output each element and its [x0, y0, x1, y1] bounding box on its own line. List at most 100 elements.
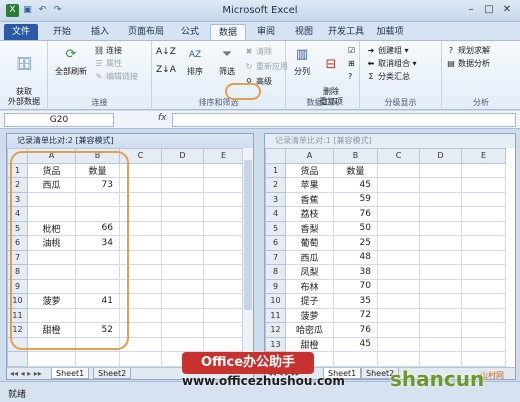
cell[interactable]: 荔枝	[285, 206, 334, 222]
cell[interactable]	[27, 351, 76, 367]
ungroup-button[interactable]: ⬅ 取消组合 ▾	[366, 58, 417, 69]
row-header[interactable]	[7, 351, 28, 367]
cell[interactable]	[377, 220, 420, 236]
create-group-button[interactable]: ➜ 创建组 ▾	[366, 45, 409, 56]
column-header[interactable]: C	[377, 148, 420, 164]
cell[interactable]	[161, 293, 204, 309]
cell[interactable]	[203, 278, 244, 294]
cell[interactable]: 50	[333, 220, 378, 236]
cell[interactable]	[377, 278, 420, 294]
left-tab-sheet2[interactable]: Sheet2	[93, 368, 132, 379]
cell[interactable]	[461, 191, 506, 207]
cell[interactable]	[377, 351, 420, 367]
cell[interactable]: 76	[333, 322, 378, 338]
tab-view[interactable]: 视图	[286, 24, 322, 40]
cell[interactable]: 苹果	[285, 177, 334, 193]
cell[interactable]	[161, 278, 204, 294]
solver-button[interactable]: ? 规划求解	[446, 45, 490, 56]
cell[interactable]: 35	[333, 293, 378, 309]
tab-developer[interactable]: 开发工具	[324, 24, 368, 40]
cell[interactable]	[461, 336, 506, 352]
row-header[interactable]: 12	[265, 322, 286, 338]
tab-review[interactable]: 审阅	[248, 24, 284, 40]
cell[interactable]	[377, 264, 420, 280]
select-all-corner[interactable]	[265, 148, 286, 164]
cell[interactable]	[161, 235, 204, 251]
formula-input[interactable]	[172, 113, 516, 127]
cell[interactable]: 甜橙	[285, 336, 334, 352]
cell[interactable]	[161, 322, 204, 338]
cell[interactable]	[419, 293, 462, 309]
minimize-icon[interactable]: –	[464, 3, 478, 17]
cell[interactable]	[161, 220, 204, 236]
cell[interactable]	[377, 162, 420, 178]
cell[interactable]	[203, 162, 244, 178]
cell[interactable]	[461, 220, 506, 236]
cell[interactable]	[203, 235, 244, 251]
row-header[interactable]: 6	[265, 235, 286, 251]
cell[interactable]	[419, 249, 462, 265]
column-header[interactable]: A	[285, 148, 334, 164]
cell[interactable]	[461, 249, 506, 265]
cell[interactable]	[461, 278, 506, 294]
cell[interactable]: 提子	[285, 293, 334, 309]
tab-page-layout[interactable]: 页面布局	[122, 24, 170, 40]
cell[interactable]: 数量	[333, 162, 378, 178]
column-header[interactable]: D	[419, 148, 462, 164]
consolidate-icon[interactable]: ⊞	[348, 58, 355, 69]
row-header[interactable]: 9	[265, 278, 286, 294]
cell[interactable]: 哈密瓜	[285, 322, 334, 338]
tab-home[interactable]: 开始	[44, 24, 80, 40]
cell[interactable]: 布林	[285, 278, 334, 294]
properties-button[interactable]: ☰ 属性	[94, 58, 122, 69]
cell[interactable]	[461, 206, 506, 222]
cell[interactable]	[203, 177, 244, 193]
cell[interactable]	[377, 293, 420, 309]
fx-icon[interactable]: fx	[158, 113, 167, 123]
row-header[interactable]: 13	[265, 336, 286, 352]
cell[interactable]	[161, 307, 204, 323]
cell[interactable]	[419, 351, 462, 367]
cell[interactable]	[161, 249, 204, 265]
cell[interactable]	[203, 191, 244, 207]
cell[interactable]	[161, 206, 204, 222]
cell[interactable]	[377, 307, 420, 323]
column-header[interactable]: E	[461, 148, 506, 164]
cell[interactable]	[203, 264, 244, 280]
data-validation-icon[interactable]: ☑	[348, 45, 355, 56]
workbook-window-right[interactable]: 记录清单比对:1 [兼容模式] A B C D E 1 货品 数量 2 苹果 45 3 香蕉 59 4 荔枝 7…	[264, 133, 516, 380]
cell[interactable]: 菠萝	[285, 307, 334, 323]
cell[interactable]	[419, 322, 462, 338]
cell[interactable]	[419, 162, 462, 178]
left-vertical-scrollbar[interactable]	[242, 148, 253, 367]
cell[interactable]: 76	[333, 206, 378, 222]
cell[interactable]	[75, 351, 120, 367]
what-if-icon[interactable]: ?	[348, 71, 352, 82]
cell[interactable]	[161, 336, 204, 352]
cell[interactable]	[377, 191, 420, 207]
cell[interactable]	[419, 307, 462, 323]
cell[interactable]: 59	[333, 191, 378, 207]
cell[interactable]: 70	[333, 278, 378, 294]
cell[interactable]	[461, 264, 506, 280]
maximize-icon[interactable]: □	[482, 3, 496, 17]
cell[interactable]	[119, 351, 162, 367]
cell[interactable]	[419, 235, 462, 251]
cell[interactable]	[333, 351, 378, 367]
name-box[interactable]: G20	[4, 113, 114, 127]
get-external-data-button[interactable]: 🗄 获取 外部数据	[2, 45, 46, 107]
cell[interactable]	[461, 322, 506, 338]
cell[interactable]: 48	[333, 249, 378, 265]
cell[interactable]	[461, 162, 506, 178]
cell[interactable]	[377, 249, 420, 265]
cell[interactable]	[203, 293, 244, 309]
sort-az-icon[interactable]: A↓Z	[156, 47, 176, 58]
row-header[interactable]: 11	[265, 307, 286, 323]
cell[interactable]	[377, 235, 420, 251]
cell[interactable]	[161, 177, 204, 193]
cell[interactable]	[161, 191, 204, 207]
refresh-all-button[interactable]: ⟳ 全部刷新	[50, 45, 92, 77]
cell[interactable]	[161, 162, 204, 178]
close-icon[interactable]: ✕	[500, 3, 514, 17]
sort-za-icon[interactable]: Z↓A	[156, 65, 176, 76]
